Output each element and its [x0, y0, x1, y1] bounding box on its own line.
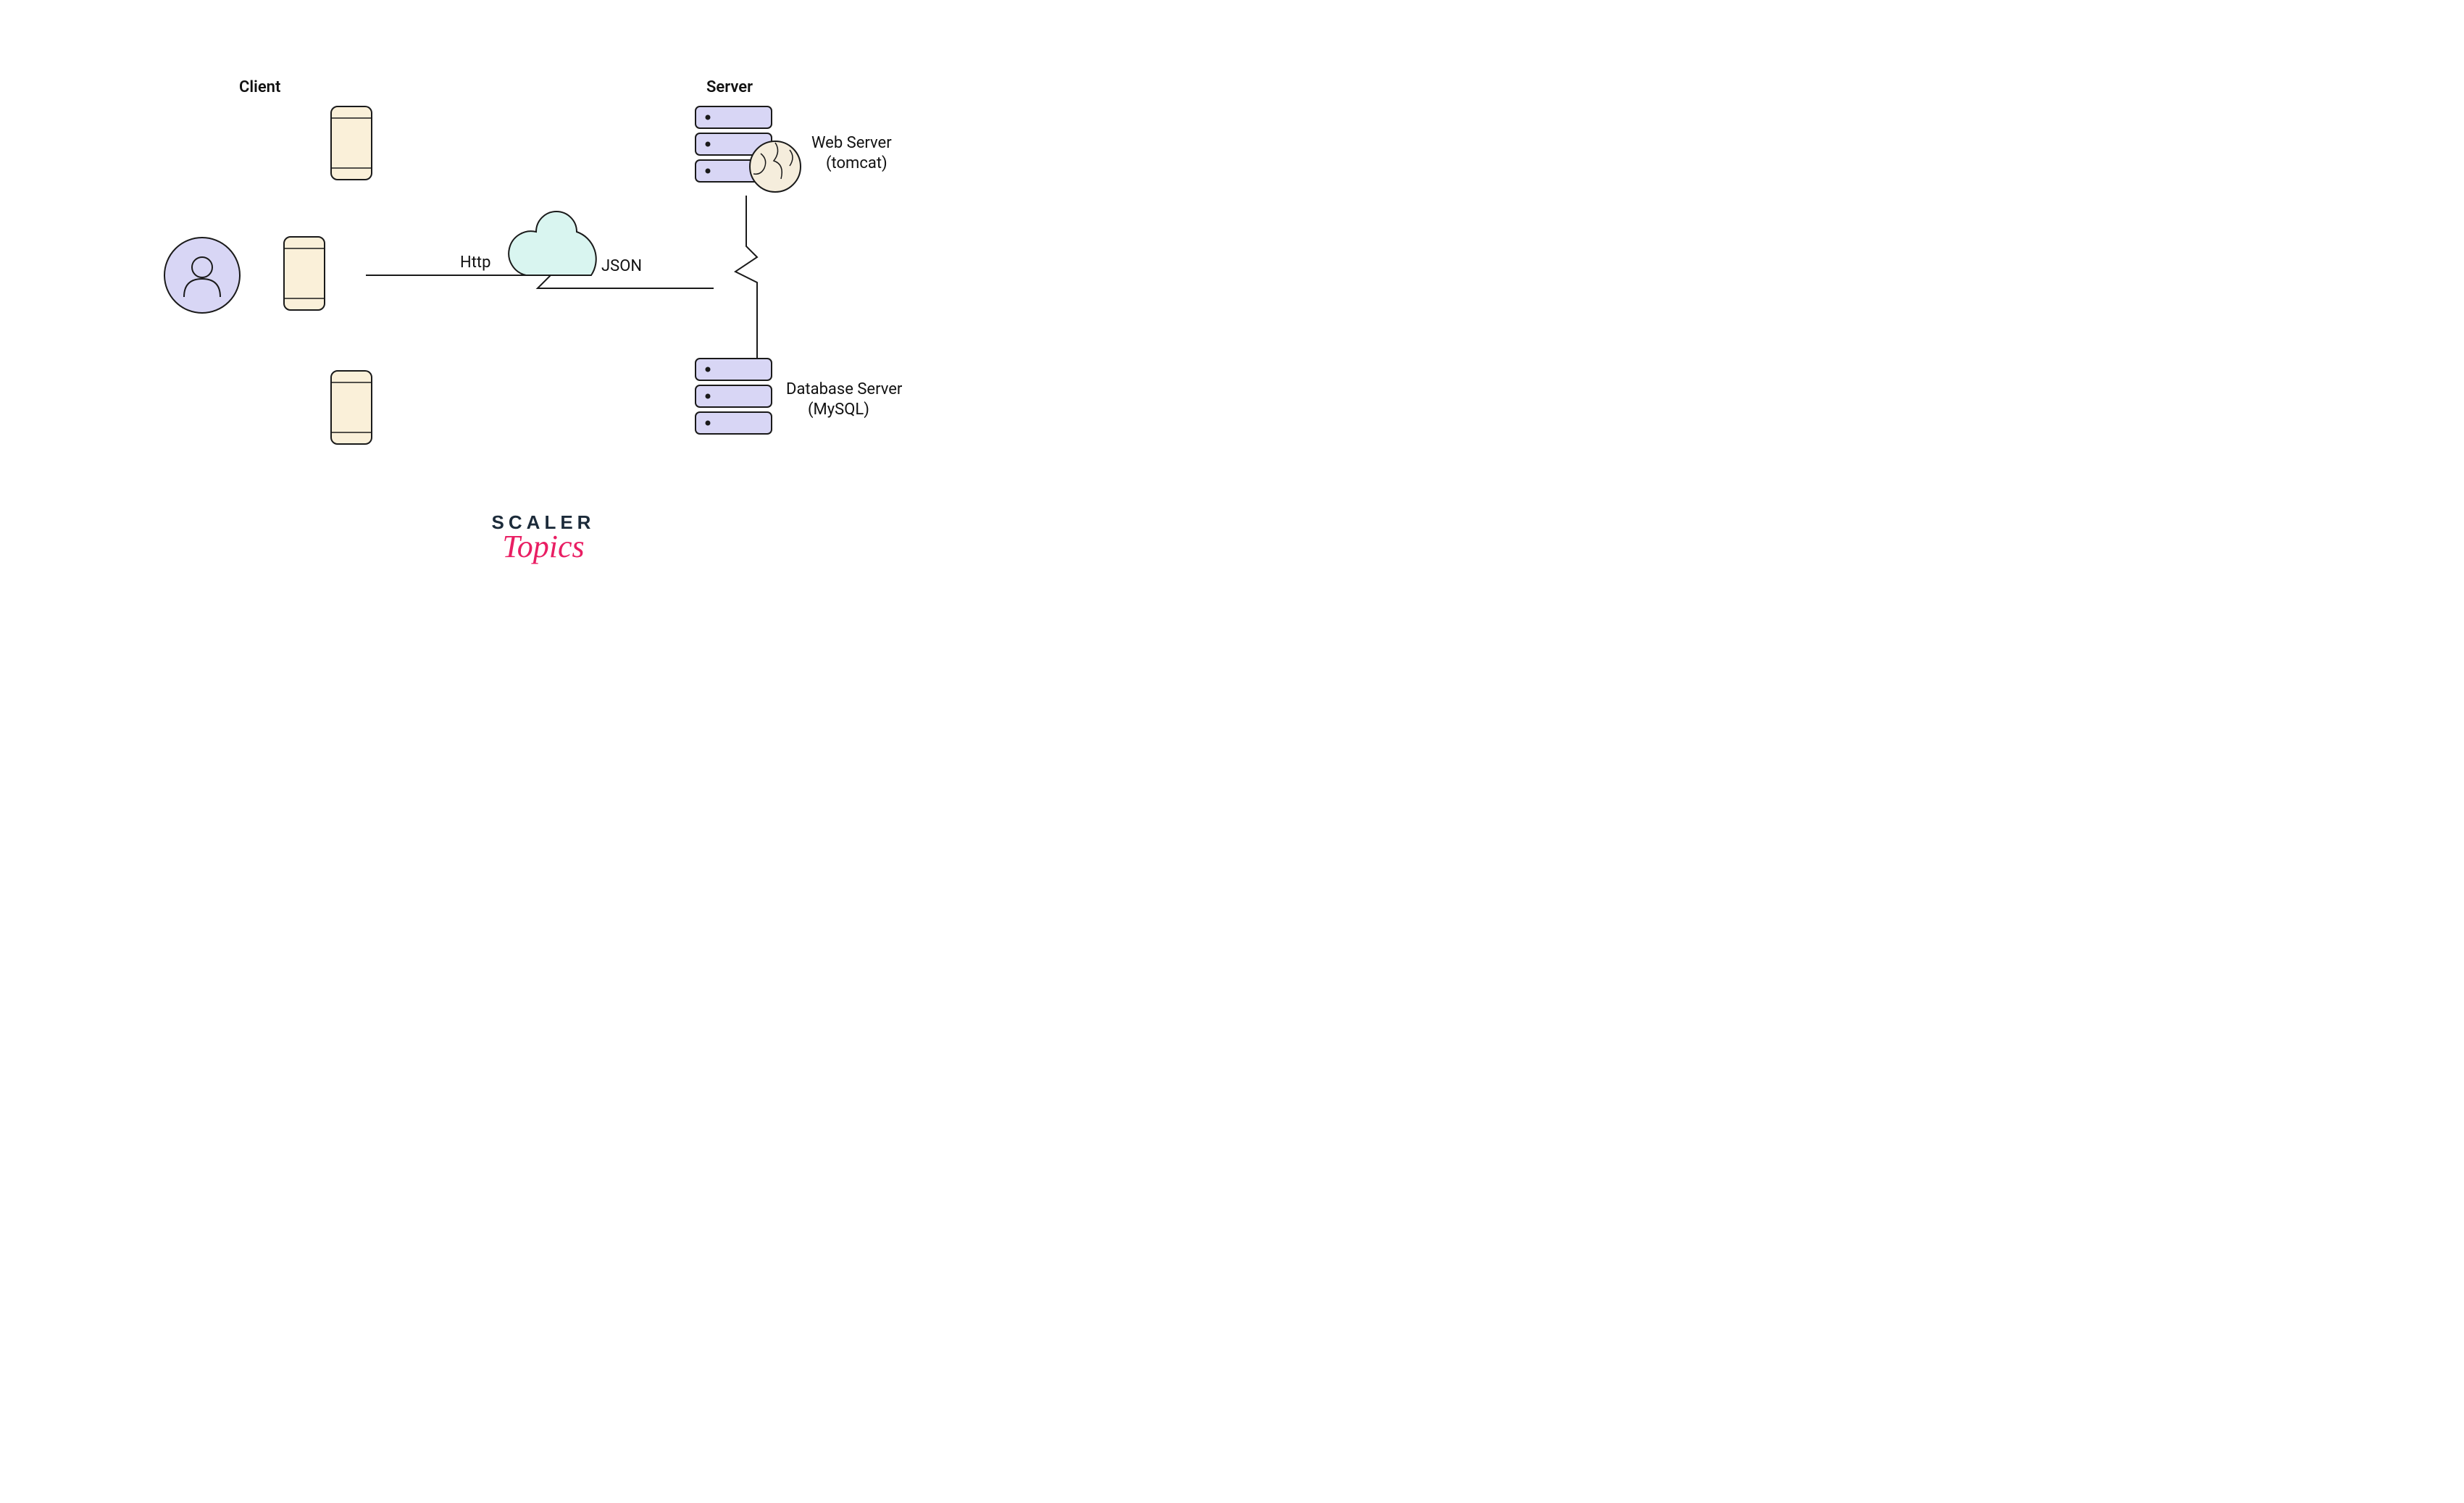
http-label: Http [460, 254, 490, 272]
webserver-label-1: Web Server [811, 134, 892, 152]
server-title: Server [706, 78, 753, 96]
http-json-connector [362, 203, 717, 304]
client-title: Client [239, 78, 280, 96]
scaler-topics-logo: SCALER Topics [492, 511, 596, 565]
user-icon [162, 235, 242, 315]
dbserver-label-2: (MySQL) [808, 401, 869, 419]
database-server-icon [692, 355, 779, 435]
web-server-icon [692, 103, 808, 204]
json-label: JSON [601, 257, 642, 275]
server-connector [724, 196, 768, 362]
dbserver-label-1: Database Server [786, 380, 902, 398]
phone-icon-middle [283, 235, 326, 311]
phone-icon-bottom [330, 369, 373, 445]
phone-icon-top [330, 105, 373, 181]
webserver-label-2: (tomcat) [826, 154, 888, 172]
logo-bottom: Topics [492, 528, 596, 565]
